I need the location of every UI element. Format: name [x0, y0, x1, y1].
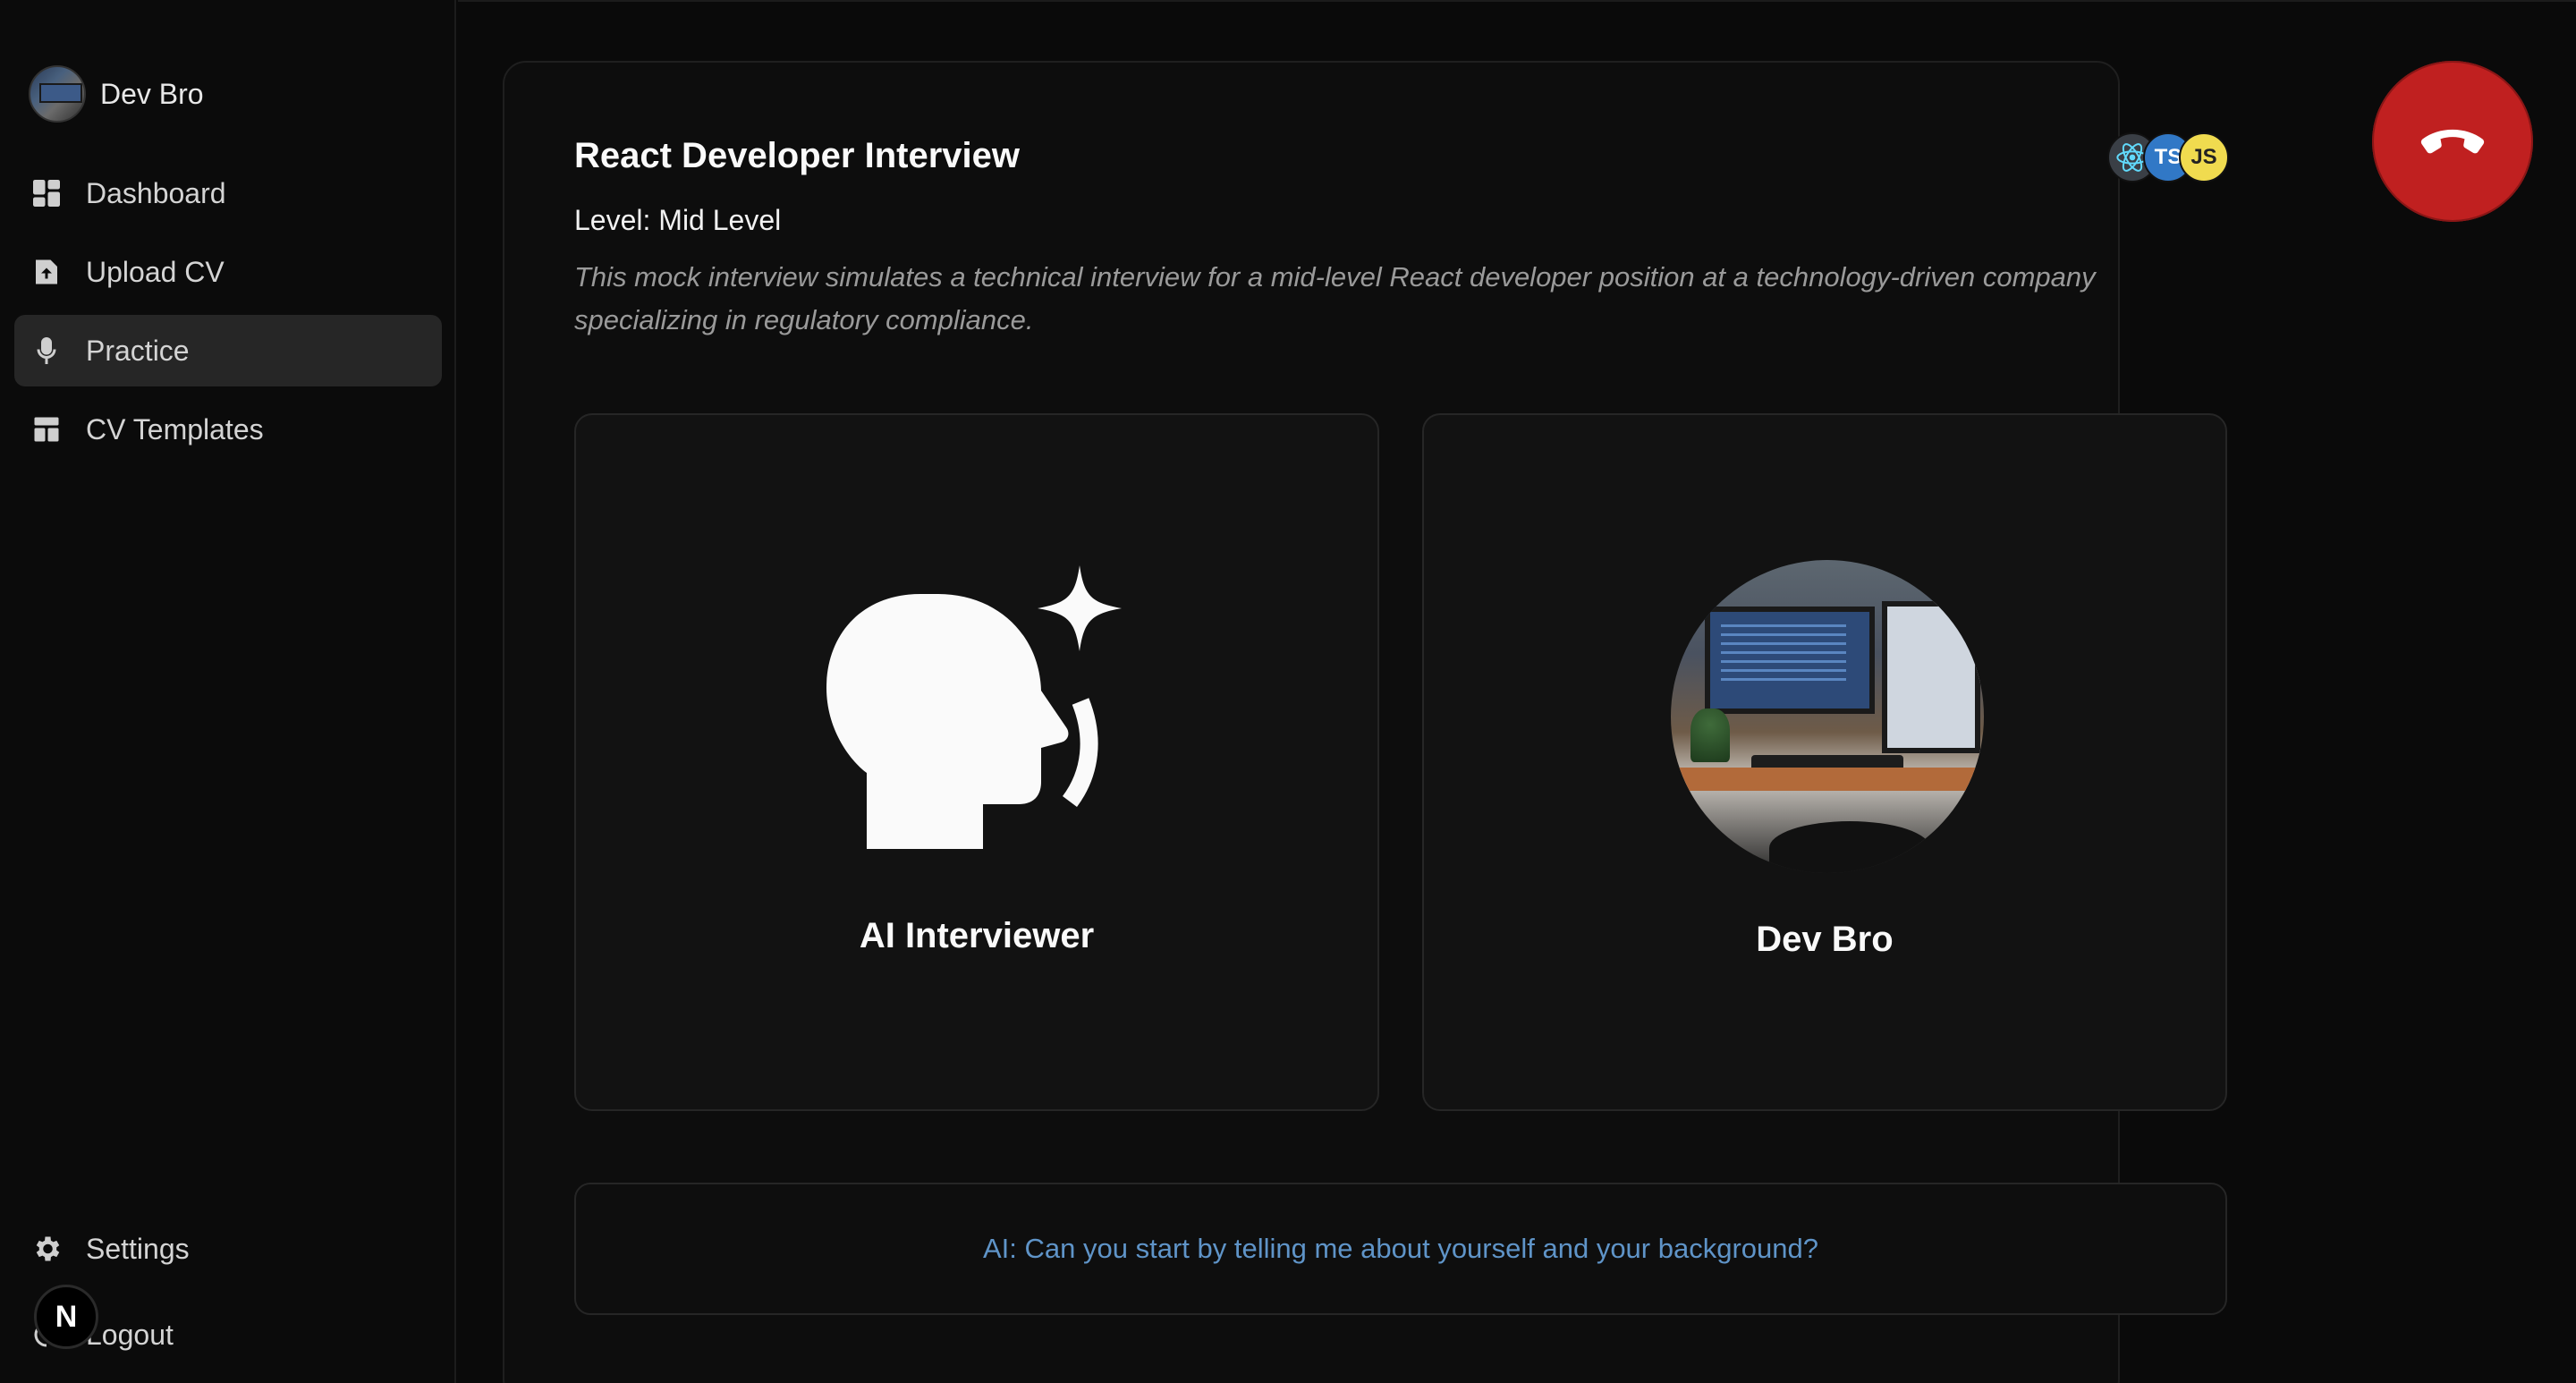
interview-level: Level: Mid Level — [574, 204, 782, 236]
microphone-icon — [30, 335, 63, 367]
ai-interviewer-label: AI Interviewer — [859, 916, 1095, 955]
template-icon — [30, 413, 63, 445]
sidebar-item-settings[interactable]: Settings — [14, 1213, 442, 1285]
transcript-text: AI: Can you start by telling me about yo… — [983, 1233, 1818, 1264]
transcript-box: AI: Can you start by telling me about yo… — [574, 1183, 2227, 1315]
top-divider — [458, 0, 2576, 2]
user-panel: Dev Bro — [1422, 413, 2227, 1111]
user-name: Dev Bro — [100, 77, 204, 110]
sidebar-item-label: Practice — [86, 334, 190, 367]
dev-tools-badge[interactable]: N — [34, 1285, 98, 1349]
sidebar-item-label: Dashboard — [86, 176, 226, 209]
user-profile[interactable]: Dev Bro — [29, 63, 204, 125]
phone-hangup-icon — [2420, 129, 2485, 154]
sidebar-item-upload-cv[interactable]: Upload CV — [14, 236, 442, 308]
sidebar-item-label: Upload CV — [86, 255, 225, 288]
ai-interviewer-panel: AI Interviewer — [574, 413, 1379, 1111]
dashboard-icon — [30, 177, 63, 209]
user-photo — [1671, 560, 1984, 873]
end-call-button[interactable] — [2372, 61, 2533, 222]
sidebar: Dev Bro Dashboard Upload CV Practice CV … — [0, 0, 456, 1383]
sidebar-item-practice[interactable]: Practice — [14, 315, 442, 386]
sidebar-item-cv-templates[interactable]: CV Templates — [14, 394, 442, 465]
avatar — [29, 65, 86, 123]
upload-icon — [30, 256, 63, 288]
user-label: Dev Bro — [1756, 920, 1894, 959]
javascript-icon: JS — [2179, 132, 2229, 182]
interview-description: This mock interview simulates a technica… — [574, 261, 2096, 335]
sidebar-item-label: Logout — [86, 1318, 174, 1351]
sidebar-item-dashboard[interactable]: Dashboard — [14, 157, 442, 229]
tech-stack: TS JS — [2107, 132, 2233, 186]
sidebar-item-label: Settings — [86, 1232, 190, 1265]
interview-title: React Developer Interview — [574, 136, 1020, 175]
gear-icon — [30, 1233, 63, 1265]
ai-head-icon — [826, 565, 1122, 849]
sidebar-item-label: CV Templates — [86, 412, 264, 445]
